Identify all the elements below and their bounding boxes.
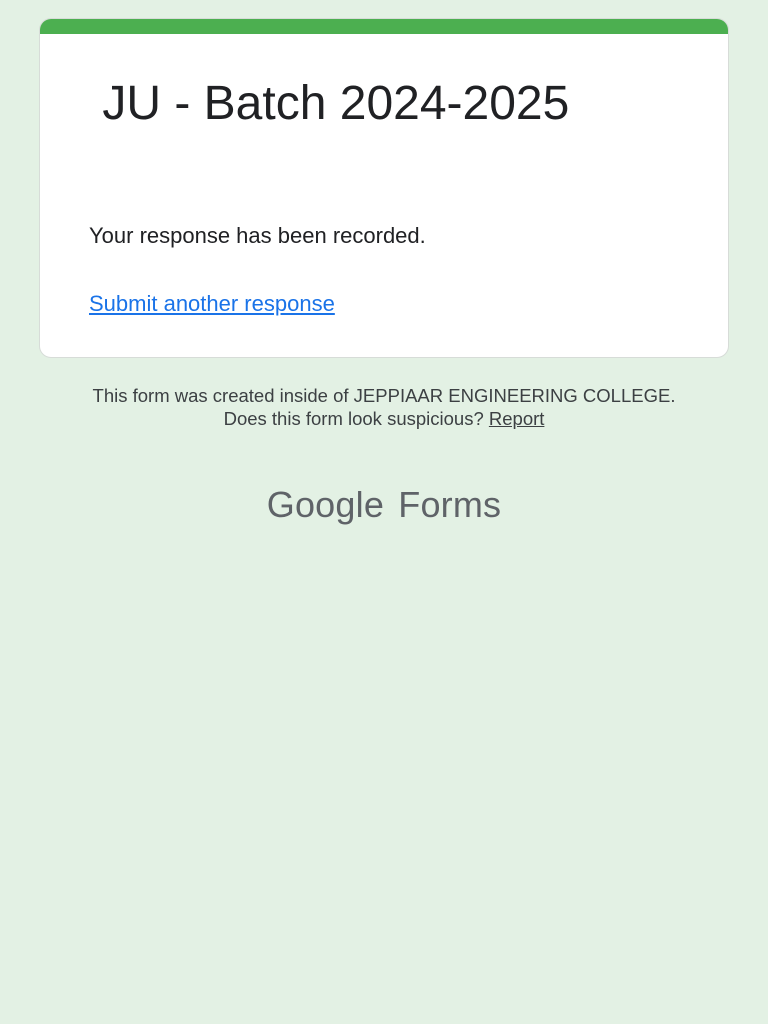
submit-another-response-link[interactable]: Submit another response <box>89 290 335 318</box>
response-card: JU - Batch 2024-2025 Your response has b… <box>39 18 729 358</box>
google-forms-logo[interactable]: Google Forms <box>0 482 768 528</box>
suspicious-question: Does this form look suspicious? <box>223 408 484 429</box>
card-accent-bar <box>40 19 728 34</box>
form-title: JU - Batch 2024-2025 <box>89 77 570 130</box>
form-footer: This form was created inside of JEPPIAAR… <box>39 384 729 430</box>
created-inside-text: This form was created inside of JEPPIAAR… <box>92 385 676 406</box>
suspicious-report-line: Does this form look suspicious? Report <box>39 407 729 430</box>
brand-google-text: Google <box>266 484 385 525</box>
report-link[interactable]: Report <box>489 408 545 429</box>
brand-forms-text: Forms <box>398 484 502 525</box>
confirmation-message: Your response has been recorded. <box>89 223 426 248</box>
